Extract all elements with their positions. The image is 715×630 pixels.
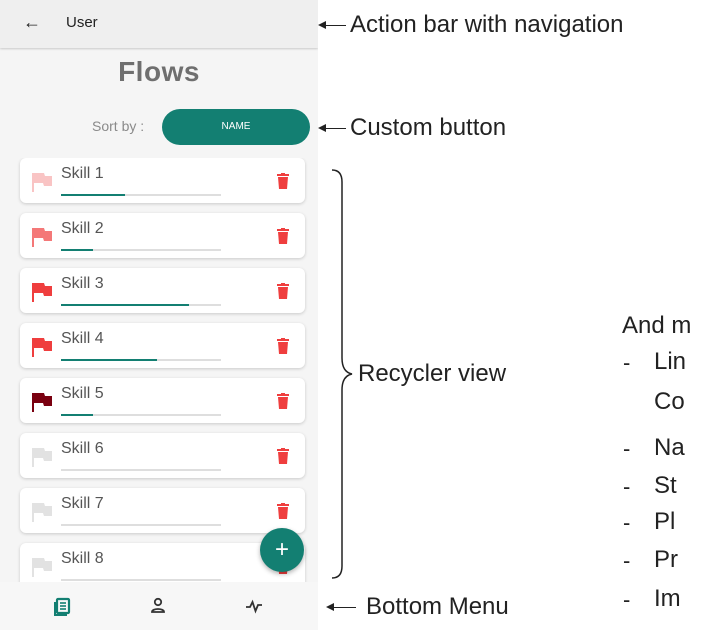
sort-label: Sort by : — [92, 118, 145, 134]
skill-name: Skill 1 — [61, 165, 104, 182]
skill-list[interactable]: Skill 1 Skill 2 Skill 3 Skill 4 Skill 5 Skill… — [0, 158, 318, 582]
nav-activity-icon[interactable] — [240, 592, 268, 620]
delete-icon[interactable] — [277, 228, 289, 244]
more-list-item: Lin — [654, 348, 687, 375]
skill-card[interactable]: Skill 2 — [20, 213, 305, 258]
skill-progress-fill — [61, 304, 189, 306]
flag-icon — [32, 283, 52, 302]
more-list-item: Pr — [654, 546, 678, 573]
skill-card[interactable]: Skill 7 — [20, 488, 305, 533]
skill-progress-bar — [61, 194, 221, 196]
app-screen: ← User Flows Sort by : NAME Skill 1 Skill… — [0, 0, 318, 630]
bullet-marker: - — [623, 350, 631, 375]
action-bar: ← User — [0, 0, 318, 48]
skill-progress-fill — [61, 359, 157, 361]
more-list-item: Co — [654, 388, 685, 415]
delete-icon[interactable] — [277, 448, 289, 464]
more-list-item: St — [654, 472, 677, 499]
flag-icon — [32, 228, 52, 247]
bottom-nav — [0, 582, 318, 630]
arrow-left-icon — [326, 603, 334, 611]
annotation-recycler-view: Recycler view — [358, 360, 507, 387]
delete-icon[interactable] — [277, 338, 289, 354]
skill-card[interactable]: Skill 1 — [20, 158, 305, 203]
skill-name: Skill 7 — [61, 495, 104, 512]
flag-icon — [32, 448, 52, 467]
appbar-title: User — [66, 14, 98, 31]
back-arrow-icon[interactable]: ← — [20, 10, 44, 34]
skill-name: Skill 3 — [61, 275, 104, 292]
skill-name: Skill 5 — [61, 385, 104, 402]
more-list-item: Im — [654, 585, 681, 612]
delete-icon[interactable] — [277, 393, 289, 409]
bullet-marker: - — [623, 510, 631, 535]
annotation-action-bar: Action bar with navigation — [350, 11, 624, 38]
nav-list-icon[interactable] — [48, 592, 76, 620]
delete-icon[interactable] — [277, 503, 289, 519]
bullet-marker: - — [623, 587, 631, 612]
skill-progress-bar — [61, 414, 221, 416]
nav-person-icon[interactable] — [144, 592, 172, 620]
skill-name: Skill 4 — [61, 330, 104, 347]
skill-progress-bar — [61, 579, 221, 581]
annotation-bottom-menu: Bottom Menu — [366, 593, 509, 620]
delete-icon[interactable] — [277, 283, 289, 299]
skill-card[interactable]: Skill 5 — [20, 378, 305, 423]
skill-progress-bar — [61, 524, 221, 526]
bullet-marker: - — [623, 436, 631, 461]
skill-progress-bar — [61, 469, 221, 471]
skill-progress-bar — [61, 359, 221, 361]
skill-card[interactable]: Skill 3 — [20, 268, 305, 313]
flag-icon — [32, 503, 52, 522]
page-title: Flows — [118, 56, 200, 87]
add-skill-button[interactable]: + — [260, 528, 304, 572]
more-list-item: Na — [654, 434, 685, 461]
more-heading: And m — [622, 312, 692, 339]
skill-progress-bar — [61, 249, 221, 251]
flag-icon — [32, 558, 52, 577]
bullet-marker: - — [623, 474, 631, 499]
flag-icon — [32, 338, 52, 357]
skill-card[interactable]: Skill 6 — [20, 433, 305, 478]
skill-progress-bar — [61, 304, 221, 306]
skill-card[interactable]: Skill 4 — [20, 323, 305, 368]
skill-name: Skill 6 — [61, 440, 104, 457]
arrow-left-icon — [318, 21, 326, 29]
flag-icon — [32, 173, 52, 192]
arrow-left-icon — [318, 124, 326, 132]
skill-name: Skill 8 — [61, 550, 104, 567]
skill-progress-fill — [61, 194, 125, 196]
skill-name: Skill 2 — [61, 220, 104, 237]
more-list-item: Pl — [654, 508, 676, 535]
flag-icon — [32, 393, 52, 412]
annotation-custom-button: Custom button — [350, 114, 507, 141]
sort-name-button[interactable]: NAME — [162, 109, 310, 145]
skill-progress-fill — [61, 249, 93, 251]
skill-progress-fill — [61, 414, 93, 416]
delete-icon[interactable] — [277, 173, 289, 189]
bullet-marker: - — [623, 548, 631, 573]
brace-icon — [331, 169, 353, 579]
